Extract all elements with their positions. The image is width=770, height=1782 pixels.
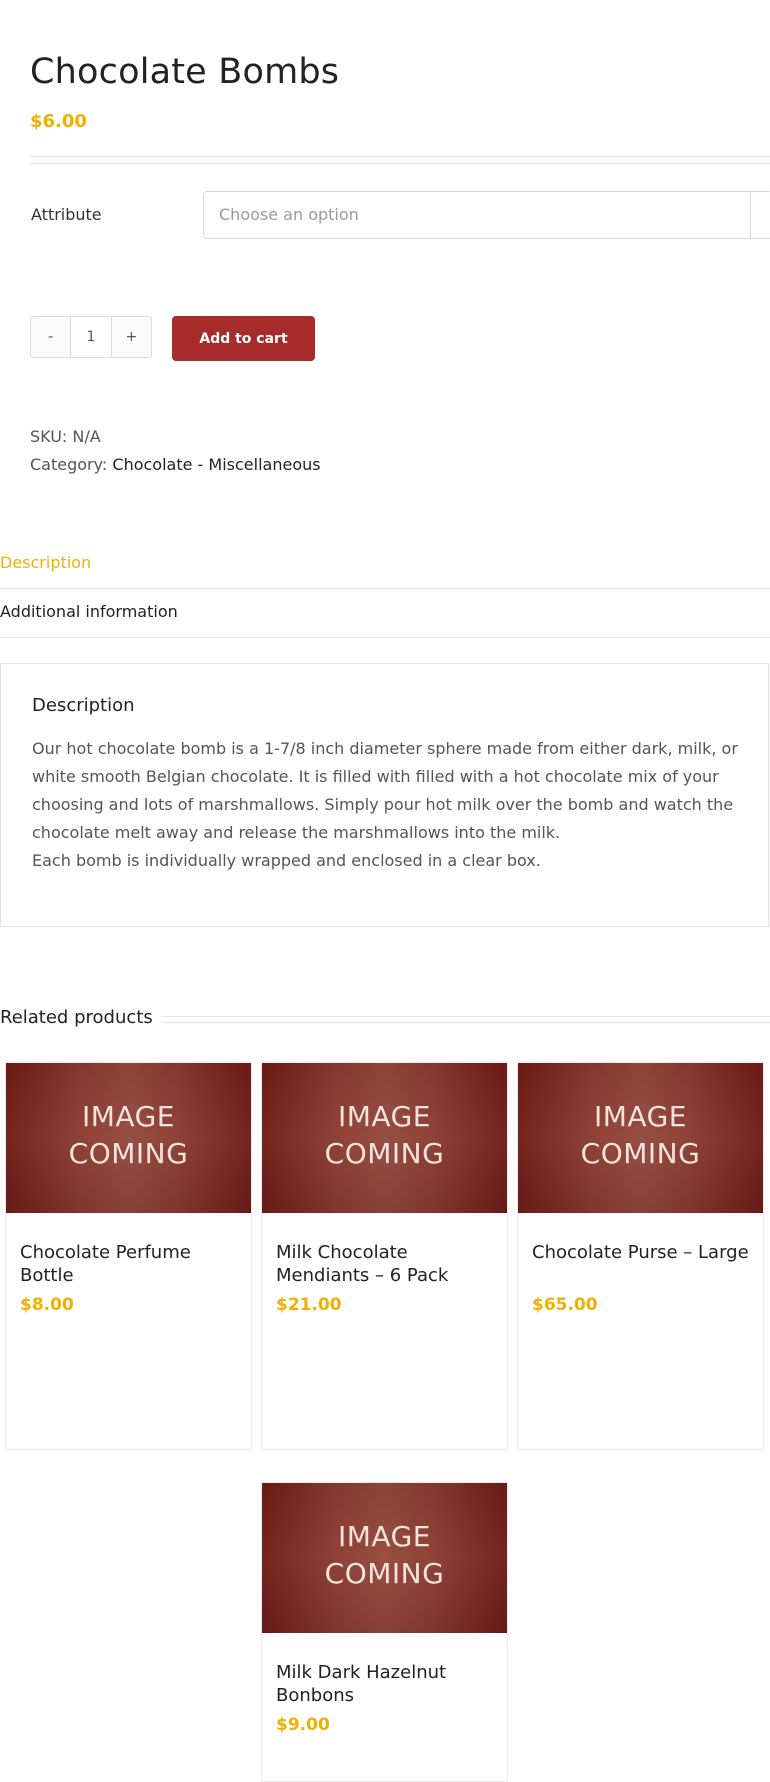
image-placeholder-text: IMAGE COMING [262, 1098, 507, 1172]
image-placeholder-line: IMAGE [338, 1100, 431, 1133]
product-price: $6.00 [30, 111, 87, 132]
image-placeholder-line: COMING [324, 1137, 445, 1170]
quantity-input[interactable]: 1 [70, 317, 112, 357]
divider [160, 1016, 770, 1017]
product-card-image[interactable]: IMAGE COMING [262, 1063, 507, 1213]
add-to-cart-button[interactable]: Add to cart [172, 316, 315, 361]
product-card-price: $9.00 [276, 1715, 330, 1735]
product-card-image[interactable]: IMAGE COMING [518, 1063, 763, 1213]
description-panel: Description Our hot chocolate bomb is a … [0, 663, 769, 927]
description-text: Our hot chocolate bomb is a 1-7/8 inch d… [32, 735, 742, 875]
attribute-select-value: Choose an option [219, 205, 359, 224]
divider [30, 163, 770, 164]
image-placeholder-line: IMAGE [338, 1520, 431, 1553]
attribute-label: Attribute [31, 205, 102, 224]
product-card-image[interactable]: IMAGE COMING [262, 1483, 507, 1633]
product-card[interactable]: IMAGE COMING Milk Dark Hazelnut Bonbons … [261, 1482, 508, 1782]
tab-divider [0, 588, 770, 589]
quantity-plus-button[interactable]: + [112, 317, 151, 357]
tab-description[interactable]: Description [0, 553, 91, 572]
description-heading: Description [32, 695, 135, 716]
product-card-name[interactable]: Milk Chocolate Mendiants – 6 Pack [276, 1241, 496, 1287]
product-card-price: $8.00 [20, 1295, 74, 1315]
product-card-name[interactable]: Chocolate Purse – Large [532, 1241, 752, 1264]
image-placeholder-line: IMAGE [82, 1100, 175, 1133]
image-placeholder-text: IMAGE COMING [518, 1098, 763, 1172]
product-sku: SKU: N/A [30, 427, 101, 446]
related-products-heading: Related products [0, 1007, 161, 1028]
product-title: Chocolate Bombs [30, 52, 340, 92]
image-placeholder-line: COMING [68, 1137, 189, 1170]
product-card-price: $65.00 [532, 1295, 598, 1315]
product-card-name[interactable]: Chocolate Perfume Bottle [20, 1241, 240, 1287]
product-card[interactable]: IMAGE COMING Chocolate Perfume Bottle $8… [5, 1062, 252, 1450]
sku-label: SKU: [30, 427, 68, 446]
quantity-minus-button[interactable]: - [31, 317, 70, 357]
divider [30, 156, 770, 157]
category-link[interactable]: Chocolate - Miscellaneous [112, 455, 320, 474]
product-card[interactable]: IMAGE COMING Chocolate Purse – Large $65… [517, 1062, 764, 1450]
tab-additional-information[interactable]: Additional information [0, 602, 178, 621]
attribute-select[interactable]: Choose an option [203, 191, 770, 239]
product-card-price: $21.00 [276, 1295, 342, 1315]
image-placeholder-line: COMING [324, 1557, 445, 1590]
image-placeholder-line: COMING [580, 1137, 701, 1170]
description-paragraph: Our hot chocolate bomb is a 1-7/8 inch d… [32, 739, 738, 842]
chevron-down-icon[interactable] [750, 192, 770, 238]
image-placeholder-text: IMAGE COMING [6, 1098, 251, 1172]
product-card-name[interactable]: Milk Dark Hazelnut Bonbons [276, 1661, 496, 1707]
product-image [80, 0, 290, 6]
product-card[interactable]: IMAGE COMING Milk Chocolate Mendiants – … [261, 1062, 508, 1450]
quantity-stepper: - 1 + [30, 316, 152, 358]
tab-divider [0, 637, 770, 638]
description-paragraph: Each bomb is individually wrapped and en… [32, 851, 541, 870]
sku-value: N/A [72, 427, 101, 446]
product-card-image[interactable]: IMAGE COMING [6, 1063, 251, 1213]
divider [160, 1022, 770, 1023]
image-placeholder-text: IMAGE COMING [262, 1518, 507, 1592]
product-category: Category: Chocolate - Miscellaneous [30, 455, 321, 474]
image-placeholder-line: IMAGE [594, 1100, 687, 1133]
category-label: Category: [30, 455, 108, 474]
